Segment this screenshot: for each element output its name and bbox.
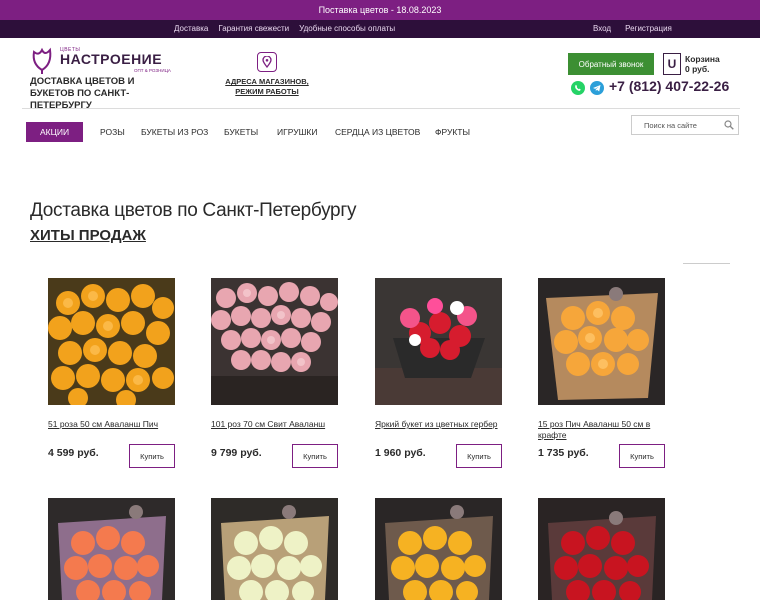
delivery-date-text: Поставка цветов - 18.08.2023: [318, 5, 442, 15]
section-divider: [683, 263, 730, 264]
buy-button[interactable]: Купить: [619, 444, 665, 468]
buy-button[interactable]: Купить: [456, 444, 502, 468]
telegram-icon[interactable]: [590, 81, 604, 95]
link-freshness-guarantee[interactable]: Гарантия свежести: [218, 24, 289, 33]
nav-item-promotions[interactable]: АКЦИИ: [26, 122, 84, 142]
product-name[interactable]: 51 роза 50 см Аваланш Пич: [48, 419, 175, 430]
shop-addresses-link[interactable]: АДРЕСА МАГАЗИНОВ, РЕЖИМ РАБОТЫ: [222, 52, 312, 97]
product-photo[interactable]: [211, 498, 338, 600]
logo-name: НАСТРОЕНИЕ: [60, 51, 163, 67]
nav-item-rose-bouquets[interactable]: БУКЕТЫ ИЗ РОЗ: [141, 122, 208, 142]
register-link[interactable]: Регистрация: [625, 24, 672, 33]
link-delivery[interactable]: Доставка: [174, 24, 208, 33]
product-price: 1 735 руб.: [538, 447, 589, 459]
shop-addresses-label: АДРЕСА МАГАЗИНОВ, РЕЖИМ РАБОТЫ: [225, 77, 309, 96]
product-price: 9 799 руб.: [211, 447, 262, 459]
info-links: Доставка Гарантия свежести Удобные спосо…: [174, 24, 395, 33]
product-photo[interactable]: [538, 278, 665, 405]
nav-item-fruits[interactable]: ФРУКТЫ: [435, 122, 470, 142]
search-input[interactable]: Поиск на сайте: [631, 115, 739, 135]
product-photo[interactable]: [375, 278, 502, 405]
product-photo[interactable]: [375, 498, 502, 600]
product-name[interactable]: Яркий букет из цветных гербер: [375, 419, 502, 430]
search-placeholder: Поиск на сайте: [644, 120, 697, 130]
product-photo[interactable]: [48, 498, 175, 600]
account-links: Вход Регистрация: [593, 24, 672, 33]
cart-title: Корзина: [685, 54, 720, 64]
map-pin-icon: [257, 52, 277, 72]
callback-button[interactable]: Обратный звонок: [568, 53, 654, 75]
cart-sum: 0 руб.: [685, 64, 710, 74]
nav-item-toys[interactable]: ИГРУШКИ: [277, 122, 317, 142]
logo-subtitle: ОПТ & РОЗНИЦА: [134, 68, 171, 73]
header-divider: [22, 108, 740, 109]
cart-summary[interactable]: Корзина 0 руб.: [685, 54, 720, 74]
product-photo[interactable]: [48, 278, 175, 405]
bestsellers-heading[interactable]: ХИТЫ ПРОДАЖ: [30, 227, 146, 244]
nav-item-roses[interactable]: РОЗЫ: [100, 122, 125, 142]
login-link[interactable]: Вход: [593, 24, 611, 33]
product-price: 1 960 руб.: [375, 447, 426, 459]
whatsapp-icon[interactable]: [571, 81, 585, 95]
product-photo[interactable]: [538, 498, 665, 600]
tulip-logo-icon: [32, 47, 52, 74]
cart-icon[interactable]: U: [663, 53, 681, 75]
top-announcement-bar: Поставка цветов - 18.08.2023: [0, 0, 760, 20]
product-price: 4 599 руб.: [48, 447, 99, 459]
product-photo[interactable]: [211, 278, 338, 405]
product-name[interactable]: 15 роз Пич Аваланш 50 см в крафте: [538, 419, 665, 441]
site-tagline: ДОСТАВКА ЦВЕТОВ И БУКЕТОВ ПО САНКТ-ПЕТЕР…: [30, 76, 135, 111]
phone-number[interactable]: +7 (812) 407-22-26: [609, 78, 729, 94]
link-payment-methods[interactable]: Удобные способы оплаты: [299, 24, 395, 33]
nav-item-flower-hearts[interactable]: СЕРДЦА ИЗ ЦВЕТОВ: [335, 122, 420, 142]
buy-button[interactable]: Купить: [292, 444, 338, 468]
product-name[interactable]: 101 роз 70 см Свит Аваланш: [211, 419, 338, 430]
buy-button[interactable]: Купить: [129, 444, 175, 468]
nav-item-bouquets[interactable]: БУКЕТЫ: [224, 122, 258, 142]
search-icon[interactable]: [724, 120, 734, 130]
page-title: Доставка цветов по Санкт-Петербургу: [30, 200, 357, 221]
top-links-bar: Доставка Гарантия свежести Удобные спосо…: [0, 20, 760, 38]
